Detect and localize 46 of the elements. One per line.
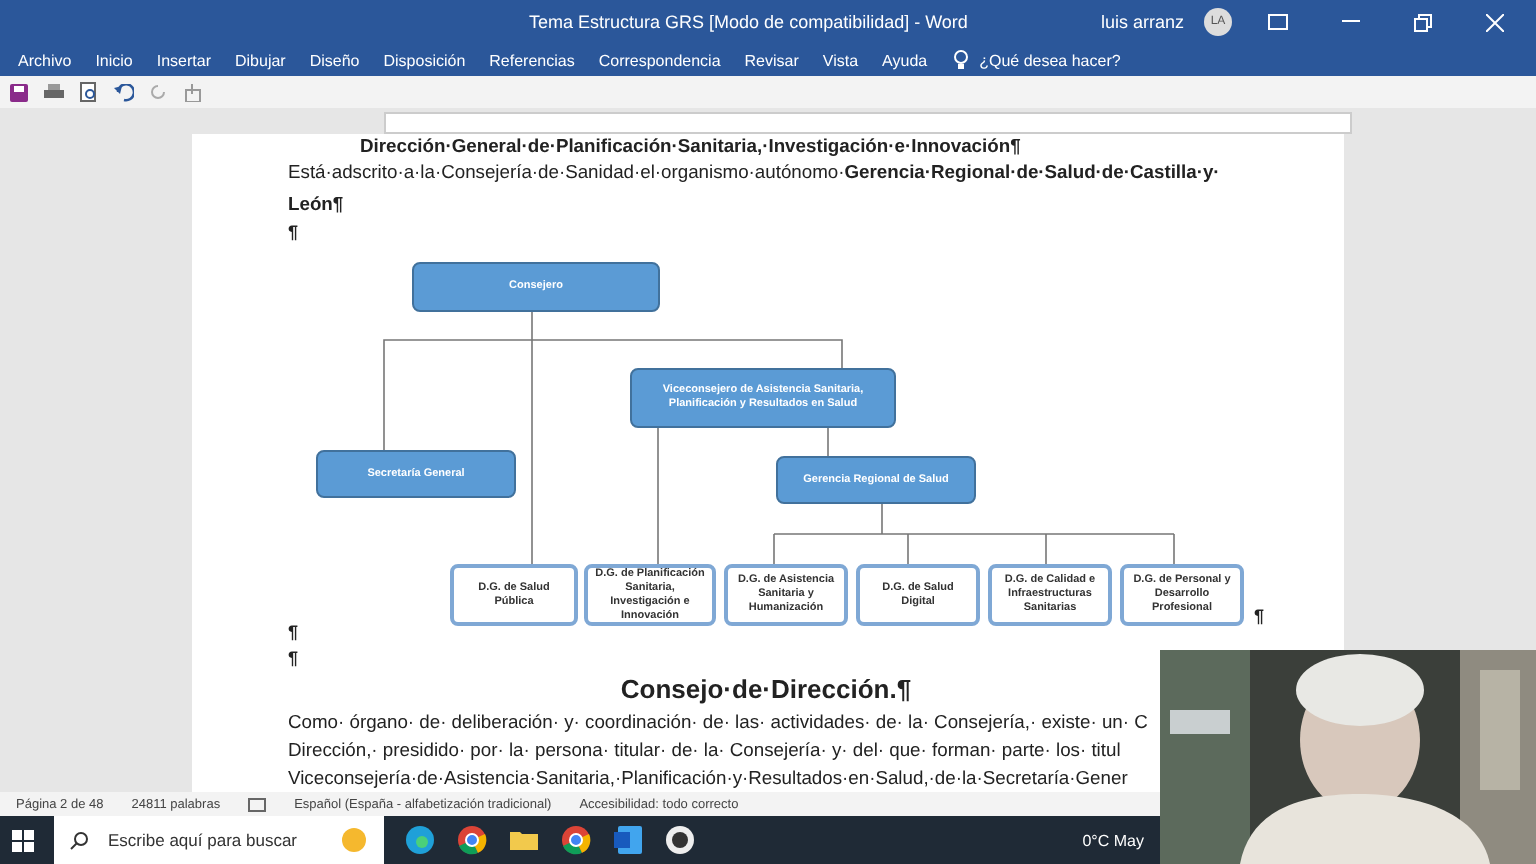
minimize-icon xyxy=(1341,20,1359,24)
ribbon-tab[interactable]: Correspondencia xyxy=(588,49,731,71)
print-preview-icon[interactable] xyxy=(80,82,98,102)
paragraph-mark: ¶ xyxy=(288,620,301,646)
windows-start-icon[interactable] xyxy=(12,829,34,851)
edge-icon[interactable] xyxy=(404,824,436,856)
paragraph-mark: ¶ xyxy=(1254,606,1265,626)
body-text-line: Como· órgano· de· deliberación· y· coordinación· de· las· actividades· de· la· Consejería,· existe· un· C xyxy=(288,708,1148,736)
body-text-line: León¶ xyxy=(288,190,344,218)
tell-me-field[interactable]: ¿Qué desea hacer? xyxy=(979,51,1121,69)
chrome-icon[interactable] xyxy=(560,824,592,856)
paragraph-mark: ¶ xyxy=(288,646,301,672)
user-name: luis arranz xyxy=(1100,12,1184,32)
weather-temperature[interactable]: 0°C May xyxy=(1082,831,1144,849)
ribbon-display-icon xyxy=(1268,14,1288,30)
section-heading: Dirección·General·de·Planificación·Sanitaria,·Investigación·e·Innovación¶ xyxy=(358,134,1023,156)
body-text-line: Está·adscrito·a·la·Consejería·de·Sanidad·el·organismo·autónomo·Gerencia·Regional·de·Salud·de·Castilla·y· xyxy=(288,158,1220,186)
restore-icon xyxy=(1413,13,1431,31)
paragraph-mark: ¶ xyxy=(288,220,301,246)
ribbon-tab[interactable]: Insertar xyxy=(146,49,221,71)
lightbulb-icon xyxy=(953,50,968,70)
touch-mode-icon[interactable] xyxy=(184,83,202,101)
ribbon-tab[interactable]: Archivo xyxy=(8,49,82,71)
chrome-icon[interactable] xyxy=(456,824,488,856)
recorder-icon[interactable] xyxy=(664,824,696,856)
sun-icon xyxy=(340,826,368,854)
save-icon[interactable] xyxy=(10,83,28,101)
section-title: Consejo·de·Dirección.¶ xyxy=(618,672,914,708)
ribbon-tab[interactable]: Ayuda xyxy=(872,49,938,71)
ribbon-tab[interactable]: Referencias xyxy=(479,49,585,71)
window-title: Tema Estructura GRS [Modo de compatibilidad] - Word xyxy=(527,12,970,32)
body-text-line: Viceconsejería·de·Asistencia·Sanitaria,·Planificación·y·Resultados·en·Salud,·de·la·Secretaría·Gener xyxy=(288,764,1128,792)
ribbon-tab[interactable]: Diseño xyxy=(299,49,370,71)
word-icon[interactable] xyxy=(612,824,644,856)
ribbon-tab[interactable]: Revisar xyxy=(734,49,809,71)
print-icon[interactable] xyxy=(44,83,64,101)
taskbar-search-field[interactable]: Escribe aquí para buscar xyxy=(54,816,384,864)
close-icon xyxy=(1485,13,1503,31)
undo-icon[interactable] xyxy=(114,83,134,101)
proofing-icon[interactable] xyxy=(248,797,267,811)
ribbon-tab[interactable]: Disposición xyxy=(373,49,476,71)
body-text-line: Dirección,· presidido· por· la· persona· titular· de· la· Consejería· y· del· que· forman· parte· los· titul xyxy=(288,736,1121,764)
ribbon-tab[interactable]: Dibujar xyxy=(225,49,296,71)
ribbon-tab[interactable]: Vista xyxy=(812,49,869,71)
ribbon-tab[interactable]: Inicio xyxy=(85,49,143,71)
search-icon xyxy=(70,831,88,849)
